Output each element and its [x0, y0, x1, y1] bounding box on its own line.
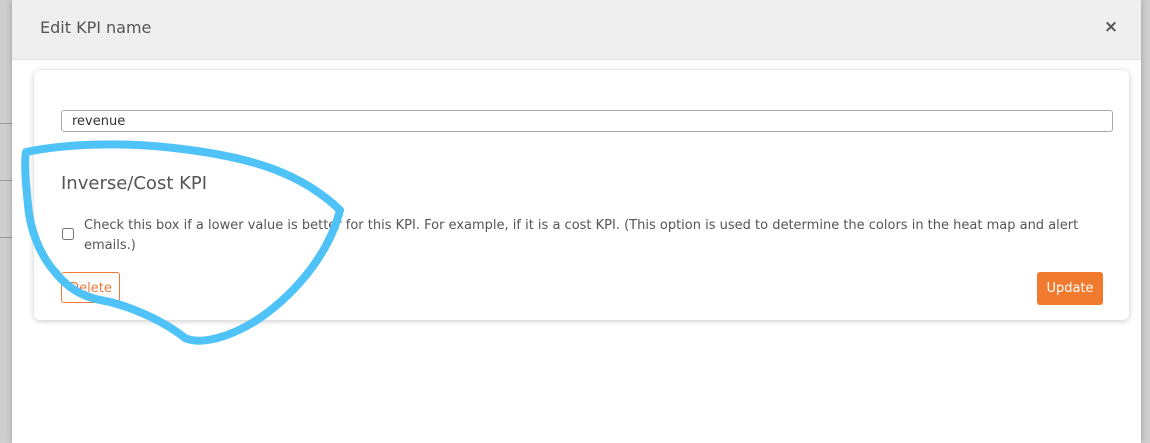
- background-divider: [0, 123, 12, 124]
- edit-kpi-modal: Edit KPI name × Inverse/Cost KPI Check t…: [12, 0, 1141, 443]
- modal-header: Edit KPI name ×: [12, 0, 1141, 60]
- background-divider: [0, 237, 12, 238]
- inverse-cost-heading: Inverse/Cost KPI: [61, 173, 208, 194]
- kpi-name-input[interactable]: [61, 110, 1113, 132]
- modal-title: Edit KPI name: [40, 18, 152, 37]
- inverse-cost-checkbox[interactable]: [62, 228, 74, 240]
- background-divider: [0, 180, 12, 181]
- inverse-cost-help-text: Check this box if a lower value is bette…: [84, 218, 1079, 253]
- kpi-form-card: Inverse/Cost KPI Check this box if a low…: [34, 70, 1129, 320]
- close-icon[interactable]: ×: [1103, 17, 1119, 37]
- update-button[interactable]: Update: [1037, 272, 1103, 305]
- delete-button[interactable]: Delete: [61, 272, 120, 303]
